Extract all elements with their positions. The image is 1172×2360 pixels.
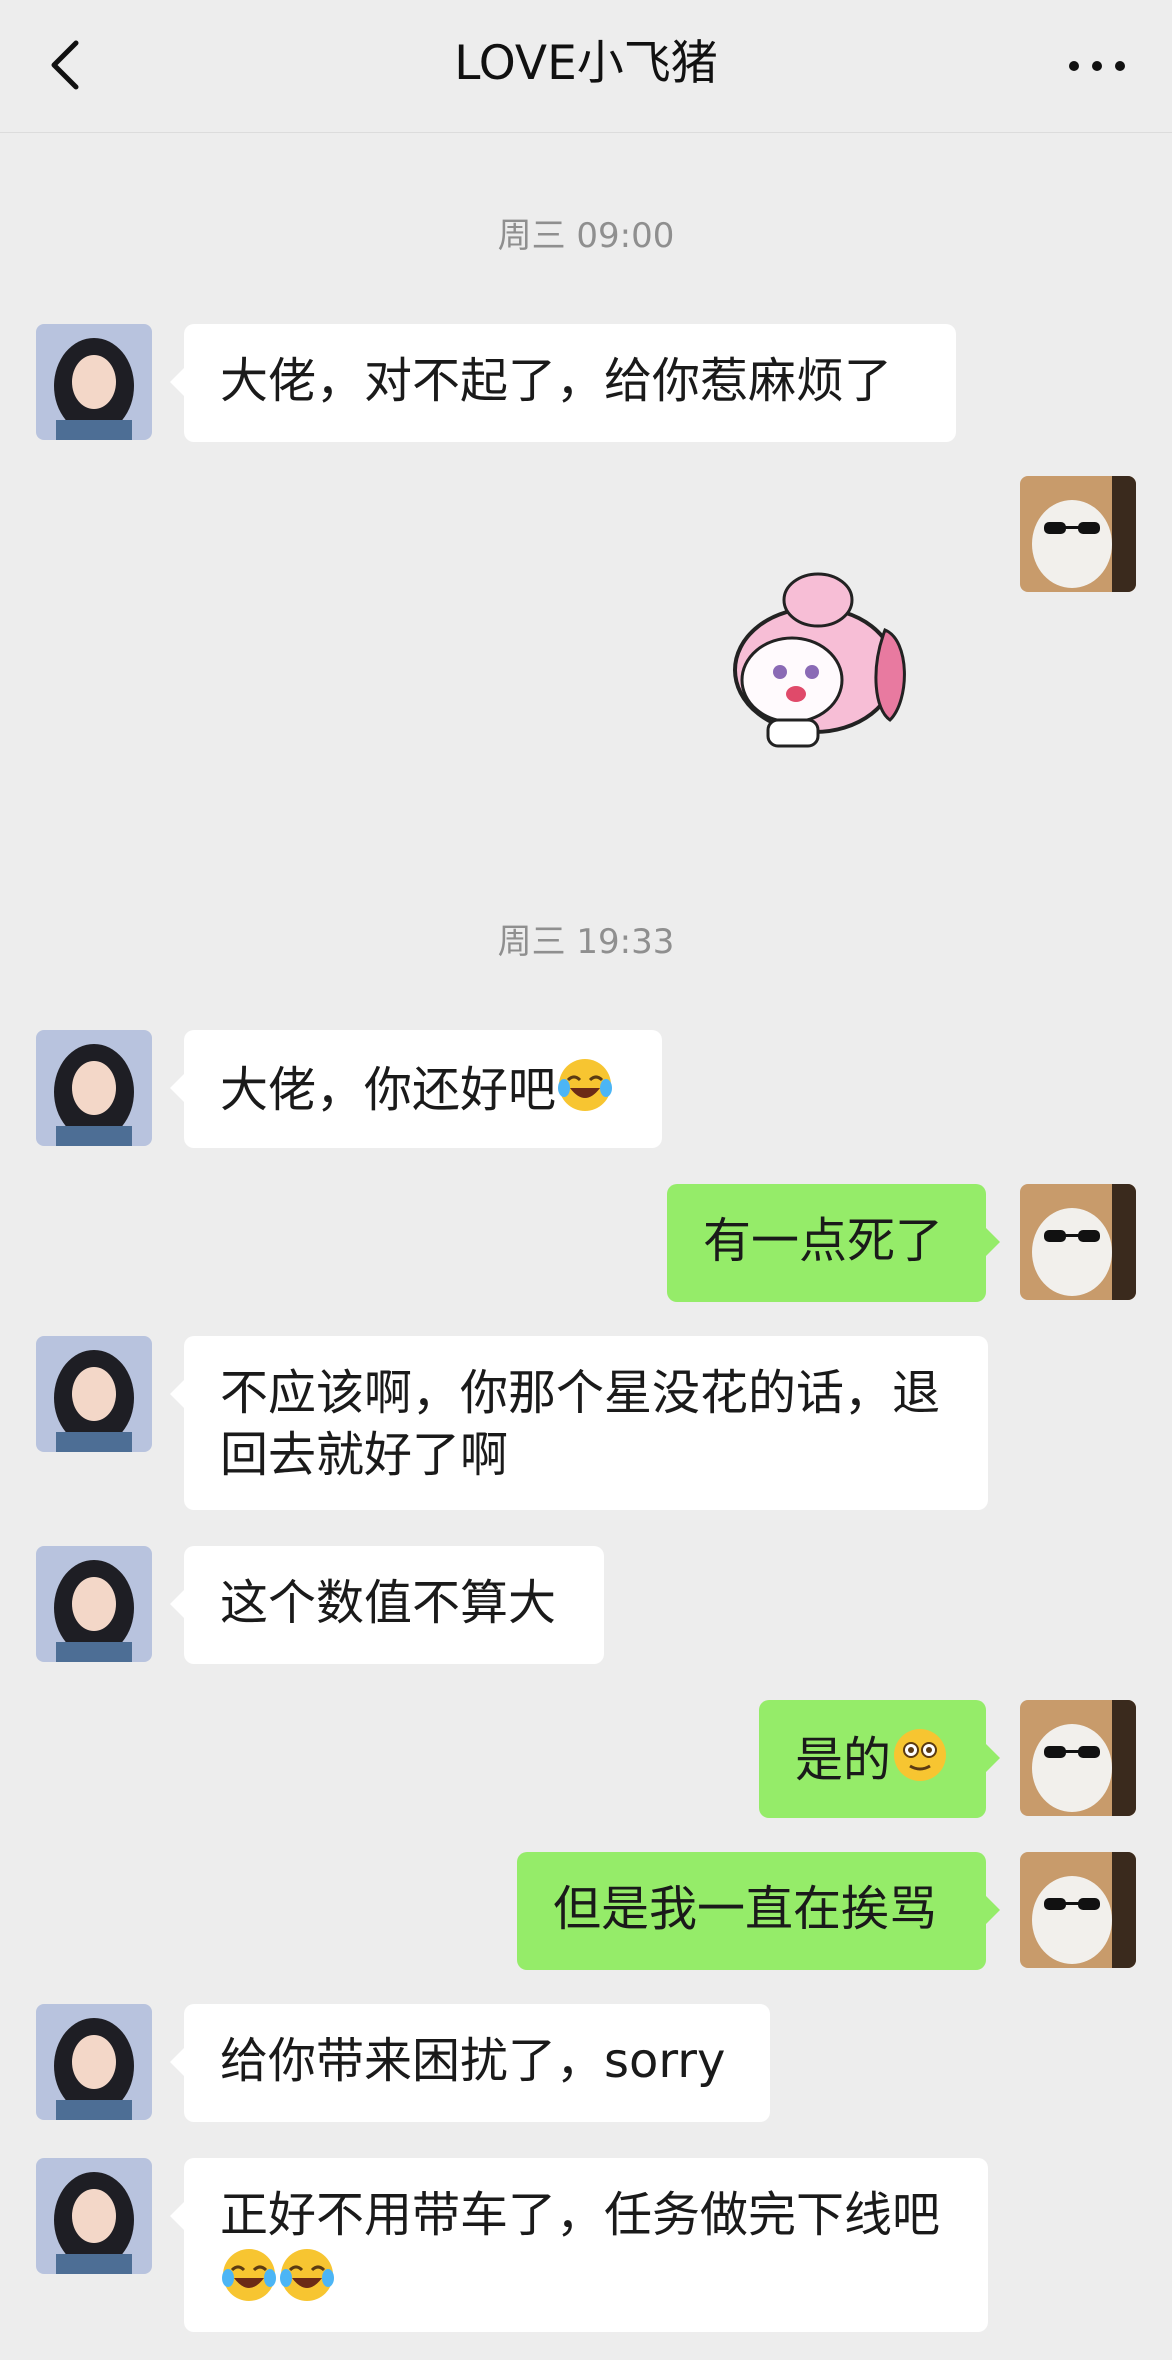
timestamp: 周三 19:33 [497, 922, 675, 962]
contact-avatar[interactable] [36, 1336, 152, 1452]
message-bubble-incoming[interactable]: 大佬，你还好吧 [170, 1030, 662, 1148]
message-bubble-incoming[interactable]: 不应该啊，你那个星没花的话，退 回去就好了啊 [170, 1336, 988, 1510]
my-avatar[interactable] [1020, 1700, 1136, 1816]
chat-header: LOVE小飞猪 [0, 0, 1172, 133]
chat-title: LOVE小飞猪 [454, 36, 718, 91]
contact-avatar[interactable] [36, 1030, 152, 1146]
contact-avatar[interactable] [36, 2004, 152, 2120]
pink-hair-anime-sticker[interactable] [720, 560, 930, 760]
tears-of-joy-emoji [278, 2246, 336, 2319]
contact-avatar[interactable] [36, 1546, 152, 1662]
message-bubble-incoming[interactable]: 正好不用带车了，任务做完下线吧 [170, 2158, 988, 2332]
flushed-smile-emoji [891, 1726, 949, 1799]
message-bubble-incoming[interactable]: 大佬，对不起了，给你惹麻烦了 [170, 324, 956, 442]
message-text: 是的 [795, 1732, 892, 1788]
message-bubble-outgoing[interactable]: 但是我一直在挨骂 [517, 1852, 1000, 1970]
timestamp: 周三 09:00 [497, 216, 675, 256]
message-bubble-outgoing[interactable]: 是的 [759, 1700, 1000, 1818]
message-line: 不应该啊，你那个星没花的话，退 [220, 1365, 941, 1421]
my-avatar[interactable] [1020, 476, 1136, 592]
my-avatar[interactable] [1020, 1184, 1136, 1300]
contact-avatar[interactable] [36, 324, 152, 440]
tears-of-joy-emoji [556, 1056, 614, 1129]
more-dots-icon [1069, 61, 1125, 71]
my-avatar[interactable] [1020, 1852, 1136, 1968]
message-line: 正好不用带车了，任务做完下线吧 [220, 2187, 941, 2243]
more-options-button[interactable] [1062, 36, 1132, 96]
message-bubble-incoming[interactable]: 这个数值不算大 [170, 1546, 604, 1664]
emoji-line [220, 2246, 952, 2319]
message-bubble-outgoing[interactable]: 有一点死了 [667, 1184, 1000, 1302]
tears-of-joy-emoji [220, 2246, 278, 2319]
message-bubble-incoming[interactable]: 给你带来困扰了，sorry [170, 2004, 770, 2122]
message-line: 回去就好了啊 [220, 1427, 509, 1483]
message-text: 大佬，你还好吧 [220, 1062, 557, 1118]
contact-avatar[interactable] [36, 2158, 152, 2274]
